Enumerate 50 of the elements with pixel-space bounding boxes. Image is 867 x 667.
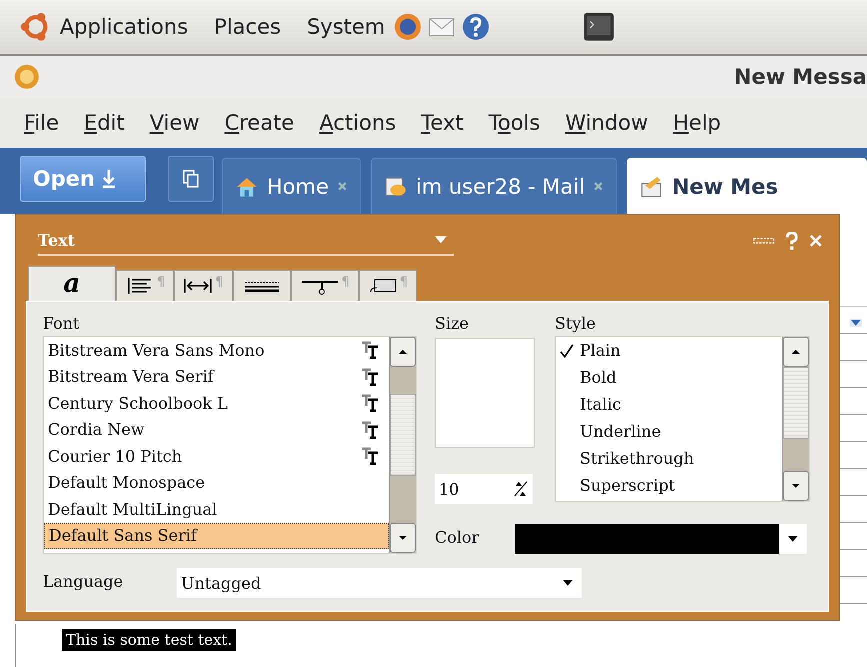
panel-menu[interactable]: Places — [214, 15, 282, 39]
style-name: Bold — [580, 368, 617, 387]
style-list-item[interactable]: Underline — [556, 418, 782, 445]
tab-label: im user28 - Mail — [416, 174, 586, 198]
font-list-item[interactable]: Bitstream Vera Serif — [44, 364, 389, 390]
style-list-item[interactable]: Plain — [556, 337, 782, 364]
menu-item[interactable]: Text — [421, 111, 464, 135]
font-list-item[interactable]: Default MultiLingual — [44, 496, 389, 522]
document-tab[interactable]: New Mes — [627, 158, 867, 214]
font-list[interactable]: Bitstream Vera Sans Mono Bitstream Vera Serif Century Schoolbook L Cordia New Courier 10 Pitch Default Monospace Default MultiLingual Default Sans Serif — [43, 336, 417, 554]
document-tab[interactable]: Home — [222, 158, 362, 214]
menu-item[interactable]: Create — [224, 111, 294, 135]
panel-menu[interactable]: System — [307, 15, 386, 39]
panel-menu[interactable]: Applications — [60, 15, 188, 39]
menu-item[interactable]: Help — [673, 111, 722, 135]
style-name: Italic — [580, 395, 622, 414]
size-label: Size — [435, 314, 470, 335]
font-list-item[interactable]: Default Monospace — [44, 470, 389, 496]
tab-label: New Mes — [672, 174, 780, 198]
style-name: Superscript — [580, 476, 676, 495]
font-list-item[interactable]: Default Sans Serif — [44, 522, 389, 549]
window-title: New Messa — [734, 65, 867, 89]
size-spin-field[interactable]: 10 — [435, 474, 533, 504]
style-label: Style — [555, 314, 598, 335]
editor-text: This is some test text. — [62, 629, 236, 651]
color-label: Color — [435, 528, 480, 549]
document-tab[interactable]: im user28 - Mail — [371, 158, 618, 214]
tab-label: Home — [267, 174, 330, 198]
style-name: Plain — [580, 341, 621, 360]
font-list-item[interactable]: Century Schoolbook L — [44, 390, 389, 416]
style-list-item[interactable]: Italic — [556, 391, 782, 418]
style-list-item[interactable]: Superscript — [556, 472, 782, 499]
font-list-item[interactable]: Bitstream Vera Sans Mono — [44, 337, 389, 364]
language-label: Language — [43, 572, 124, 593]
style-list-item[interactable]: Strikethrough — [556, 445, 782, 472]
menu-item[interactable]: Window — [565, 111, 648, 135]
font-list-item[interactable]: Courier 10 Pitch — [44, 443, 389, 470]
menu-item[interactable]: Tools — [488, 111, 540, 135]
menu-item[interactable]: View — [150, 111, 200, 135]
font-label: Font — [43, 314, 81, 335]
menu-item[interactable]: Actions — [319, 111, 396, 135]
language-dropdown[interactable]: Untagged — [177, 568, 582, 598]
style-list-item[interactable]: Bold — [556, 364, 782, 391]
font-list-item[interactable]: Cordia New — [44, 416, 389, 443]
style-list[interactable]: Plain Bold Italic Underline Strikethrough Superscript — [555, 336, 810, 502]
format-tab[interactable]: a — [28, 266, 116, 301]
menu-item[interactable]: File — [24, 111, 60, 135]
style-name: Strikethrough — [580, 449, 694, 468]
menu-item[interactable]: Edit — [84, 111, 125, 135]
style-name: Underline — [580, 422, 662, 441]
